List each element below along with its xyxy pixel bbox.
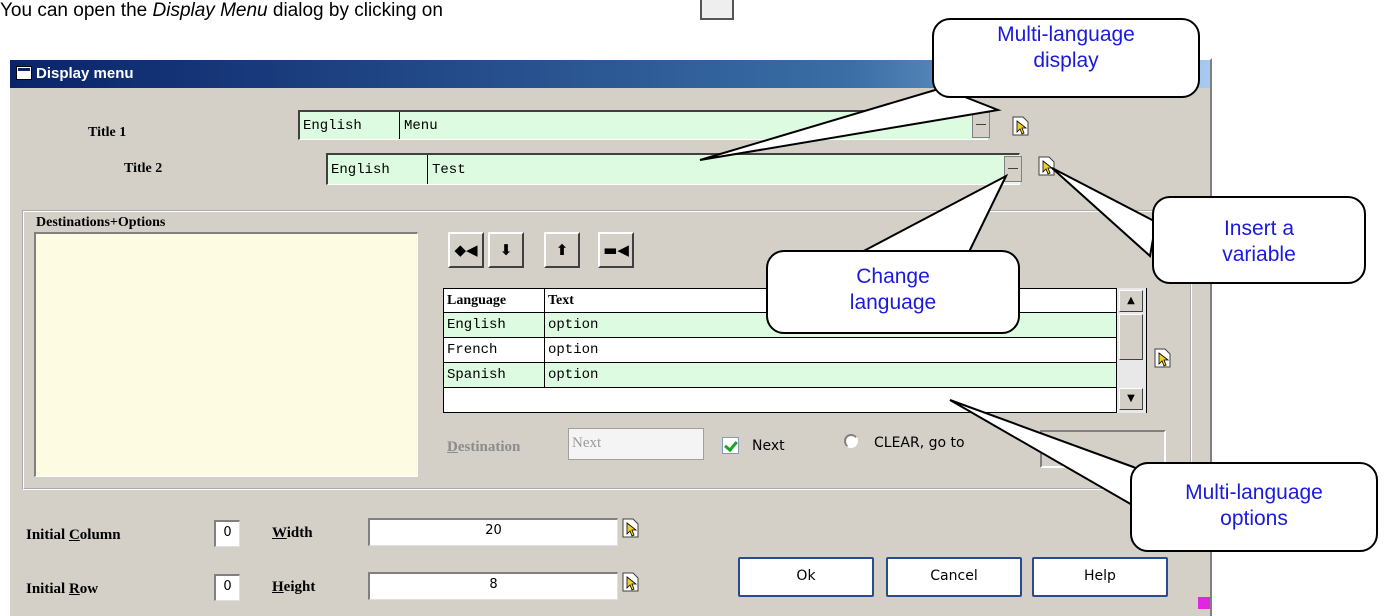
initial-column-input[interactable]: 0 <box>214 520 240 547</box>
resize-grip-icon <box>1198 597 1210 609</box>
next-label: Next <box>752 438 785 454</box>
grid-row-language: French <box>444 338 545 362</box>
destination-input[interactable]: Next <box>568 428 704 460</box>
title2-insert-variable-icon[interactable] <box>1038 156 1056 176</box>
title2-change-language-spinner[interactable] <box>1004 156 1022 182</box>
destination-label: Destination <box>447 439 521 455</box>
options-listbox[interactable] <box>34 232 418 477</box>
initial-column-label: Initial Column <box>26 527 121 543</box>
title1-label: Title 1 <box>88 125 127 140</box>
move-down-icon: ⬇ <box>499 241 513 259</box>
callout-change-language: Change language <box>766 250 1020 334</box>
grid-row-text: option <box>548 367 599 383</box>
insert-option-button[interactable]: ◆◀ <box>448 232 484 268</box>
width-insert-variable-icon[interactable] <box>622 518 640 538</box>
height-insert-variable-icon[interactable] <box>622 572 640 592</box>
scroll-down-icon[interactable]: ▼ <box>1119 388 1143 410</box>
scroll-thumb[interactable] <box>1119 314 1143 360</box>
display-menu-icon <box>700 0 734 20</box>
next-checkbox[interactable] <box>722 437 739 454</box>
title2-language: English <box>328 155 428 184</box>
width-input[interactable]: 20 <box>368 518 618 546</box>
grid-header-language: Language <box>444 289 545 312</box>
title2-field[interactable]: English Test <box>326 153 1020 185</box>
intro-text: You can open the Display Menu dialog by … <box>0 0 443 21</box>
grid-row-text: option <box>548 342 599 358</box>
window-icon <box>16 66 32 80</box>
title1-insert-variable-icon[interactable] <box>1012 116 1030 136</box>
height-input[interactable]: 8 <box>368 572 618 600</box>
cancel-button[interactable]: Cancel <box>886 557 1022 597</box>
title1-change-language-spinner[interactable] <box>972 112 990 138</box>
title1-value: Menu <box>404 118 438 134</box>
grid-row-language: Spanish <box>444 363 545 387</box>
title2-value: Test <box>432 162 466 178</box>
height-label: Height <box>272 579 316 595</box>
initial-row-input[interactable]: 0 <box>214 574 240 601</box>
grid-row-language: English <box>444 313 545 337</box>
callout-multi-language-display: Multi-language display <box>932 18 1200 98</box>
title1-language: English <box>300 112 400 139</box>
grid-row-french[interactable]: French option <box>444 338 1116 363</box>
delete-option-button[interactable]: ▬◀ <box>598 232 634 268</box>
title2-label: Title 2 <box>124 161 163 176</box>
width-label: Width <box>272 525 313 541</box>
initial-row-label: Initial Row <box>26 581 99 597</box>
help-button[interactable]: Help <box>1032 557 1168 597</box>
ok-button[interactable]: Ok <box>738 557 874 597</box>
clear-radio[interactable] <box>844 434 858 448</box>
clear-goto-label: CLEAR, go to <box>874 435 965 451</box>
callout-insert-variable: Insert a variable <box>1152 196 1366 284</box>
move-down-button[interactable]: ⬇ <box>488 232 524 268</box>
delete-icon: ▬◀ <box>603 241 629 259</box>
move-up-button[interactable]: ⬆ <box>544 232 580 268</box>
group-label: Destinations+Options <box>34 214 168 232</box>
dialog-title: Display menu <box>36 65 134 82</box>
move-up-icon: ⬆ <box>555 241 569 259</box>
options-insert-variable-icon[interactable] <box>1154 348 1172 368</box>
grid-scrollbar[interactable]: ▲ ▼ <box>1116 288 1146 413</box>
grid-row-spanish[interactable]: Spanish option <box>444 363 1116 388</box>
callout-multi-language-options: Multi-language options <box>1130 462 1378 552</box>
insert-icon: ◆◀ <box>454 241 478 259</box>
title1-field[interactable]: English Menu <box>298 110 988 140</box>
scroll-up-icon[interactable]: ▲ <box>1119 290 1143 312</box>
